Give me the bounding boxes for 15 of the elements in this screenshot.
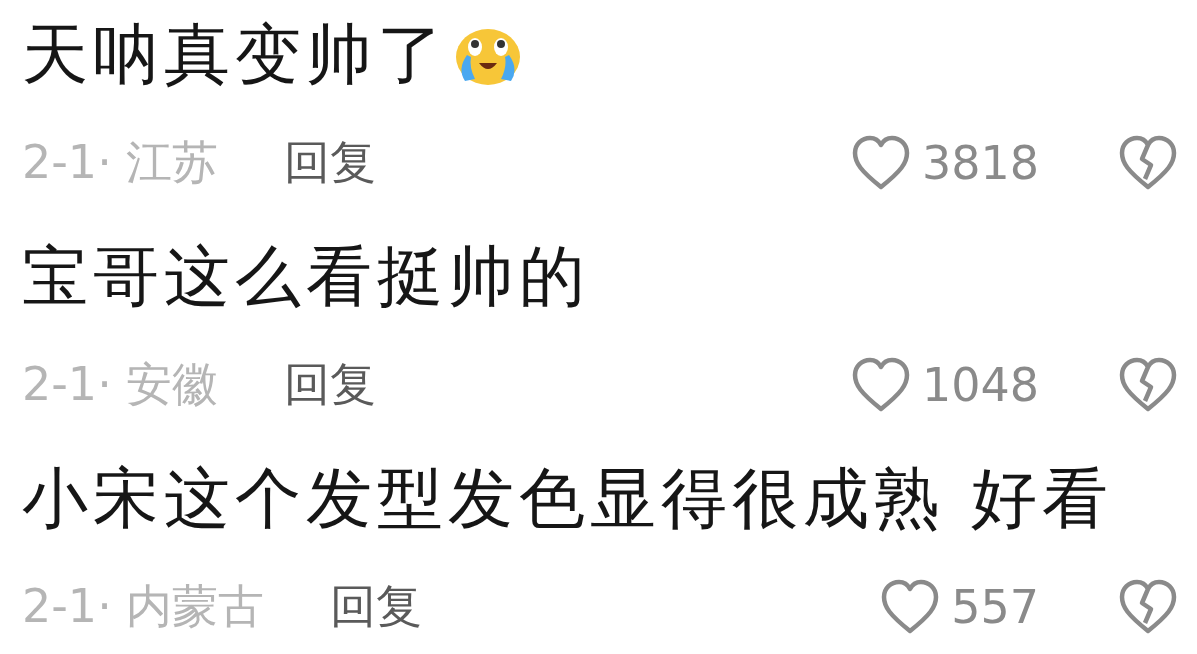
like-count: 557 [951, 580, 1039, 634]
comment-date-location: 2-1· 安徽 [22, 356, 219, 413]
reply-link[interactable]: 回复 [284, 354, 377, 416]
broken-heart-icon[interactable] [1117, 579, 1179, 635]
comment-text: 天呐真变帅了 [22, 15, 448, 95]
comment-text: 小宋这个发型发色显得很成熟 好看 [22, 459, 1113, 539]
reply-link[interactable]: 回复 [284, 132, 377, 194]
broken-heart-icon[interactable] [1117, 135, 1179, 191]
like-count: 3818 [921, 136, 1039, 190]
comment-text: 宝哥这么看挺帅的 [22, 237, 590, 317]
comment-date-location: 2-1· 江苏 [22, 134, 219, 191]
like-count: 1048 [921, 358, 1039, 412]
comment-date-location: 2-1· 内蒙古 [22, 578, 265, 635]
reply-link[interactable]: 回复 [330, 576, 423, 638]
broken-heart-icon[interactable] [1117, 357, 1179, 413]
